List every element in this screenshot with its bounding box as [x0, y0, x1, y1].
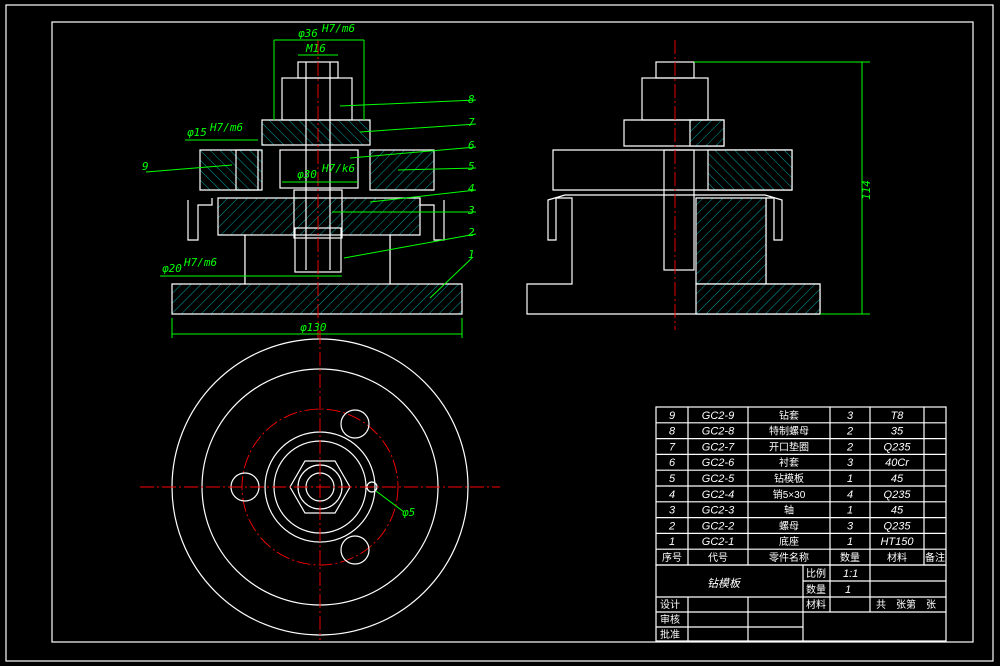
design-label: 设计: [660, 598, 680, 611]
bom-cell: 轴: [784, 504, 794, 517]
bom-cell: 35: [891, 426, 904, 438]
balloon-1: 1: [468, 248, 475, 261]
bom-cell: 40Cr: [885, 457, 910, 469]
bom-cell: 45: [891, 505, 904, 517]
dim-d20-fit: H7/m6: [183, 256, 217, 269]
bom-cell: 衬套: [779, 456, 799, 469]
bom-cell: 7: [669, 441, 676, 453]
bom-cell: GC2-1: [702, 536, 734, 548]
bom-cell: GC2-6: [702, 457, 735, 469]
bom-cell: GC2-9: [702, 410, 734, 422]
base-cavity: [244, 234, 391, 285]
bom-cell: 钻套: [779, 409, 799, 422]
bom-cell: GC2-8: [702, 426, 735, 438]
bom-cell: 5: [669, 473, 676, 485]
bom-cell: GC2-3: [702, 505, 735, 517]
balloon-2: 2: [468, 226, 475, 239]
check-label: 审核: [660, 613, 680, 626]
bom-cell: Q235: [884, 520, 912, 532]
bom-cell: 6: [669, 457, 676, 469]
dim-d15-fit: H7/m6: [209, 121, 243, 134]
drawing-title: 钻模板: [707, 577, 742, 590]
balloon-7: 7: [468, 116, 475, 129]
bom-cell: GC2-2: [702, 520, 734, 532]
bom-cell: 螺母: [779, 520, 799, 532]
bom-cell: 1: [847, 536, 853, 548]
dim-d30-fit: H7/k6: [321, 162, 355, 175]
side-base-foot: [695, 283, 821, 315]
dim-114: 114: [860, 180, 873, 200]
dim-d130: φ130: [300, 321, 327, 334]
bom-header-cell: 材料: [887, 551, 907, 564]
bom-cell: 3: [847, 520, 854, 532]
bom-cell: 2: [846, 441, 853, 453]
bom-header-cell: 零件名称: [769, 551, 809, 564]
approve-label: 批准: [660, 628, 680, 641]
bom-cell: 特制螺母: [769, 425, 809, 438]
bom-cell: GC2-5: [702, 473, 735, 485]
bom-cell: 4: [669, 489, 675, 501]
bom-cell: 3: [847, 457, 854, 469]
scale-label: 比例: [806, 567, 826, 580]
bom-cell: T8: [891, 410, 905, 422]
drawing-sheet: { "dimensions": { "d36": "φ36", "d36_fit…: [0, 0, 1000, 666]
dim-d5: φ5: [402, 506, 415, 519]
side-plate-section: [707, 149, 793, 191]
bom-cell: 9: [669, 410, 675, 422]
balloon-9: 9: [142, 160, 149, 173]
bom-cell: 3: [847, 410, 854, 422]
plate-left: [199, 149, 263, 191]
bom-cell: 8: [669, 426, 676, 438]
qty-label: 数量: [806, 583, 826, 596]
bom-header-cell: 序号: [662, 551, 682, 564]
bom-cell: 钻模板: [774, 472, 804, 485]
material-label: 材料: [806, 598, 826, 611]
bom-header-cell: 备注: [925, 551, 945, 564]
bom-cell: HT150: [880, 536, 914, 548]
dim-d15: φ15: [187, 126, 207, 139]
bom-cell: Q235: [884, 441, 912, 453]
dim-m16: M16: [305, 42, 326, 55]
bom-cell: 1: [847, 473, 853, 485]
dim-d36-fit: H7/m6: [321, 22, 355, 35]
bom-cell: 2: [668, 520, 675, 532]
sheet-background: [0, 0, 1000, 666]
balloon-5: 5: [468, 160, 475, 173]
bom-header-cell: 数量: [840, 551, 860, 564]
bom-cell: 2: [846, 426, 853, 438]
bom-cell: GC2-7: [702, 441, 735, 453]
bom-cell: 45: [891, 473, 904, 485]
bom-cell: GC2-4: [702, 489, 734, 501]
sheet-count: 共 张第 张: [876, 598, 936, 611]
dim-d20: φ20: [162, 262, 182, 275]
balloon-4: 4: [468, 182, 475, 195]
balloon-6: 6: [468, 139, 475, 152]
bom-cell: Q235: [884, 489, 912, 501]
bom-cell: 1: [669, 536, 675, 548]
dim-d30: φ30: [297, 168, 317, 181]
assembly-drawing: φ36 H7/m6 M16 φ15 H7/m6 φ30 H7/k6 φ20 H7…: [0, 0, 1000, 666]
bom-cell: 3: [669, 505, 676, 517]
balloon-8: 8: [468, 93, 475, 106]
bom-cell: 1: [847, 505, 853, 517]
dim-d36: φ36: [298, 27, 318, 40]
bom-header-cell: 代号: [708, 552, 728, 564]
bom-cell: 底座: [779, 535, 799, 548]
bom-cell: 销5×30: [773, 488, 806, 501]
qty-value: 1: [845, 584, 851, 596]
bom-cell: 4: [847, 489, 853, 501]
side-base-section: [695, 197, 767, 285]
bom-cell: 开口垫圈: [769, 440, 809, 453]
scale-value: 1:1: [843, 568, 858, 580]
balloon-3: 3: [467, 204, 475, 217]
open-washer: [261, 119, 371, 146]
